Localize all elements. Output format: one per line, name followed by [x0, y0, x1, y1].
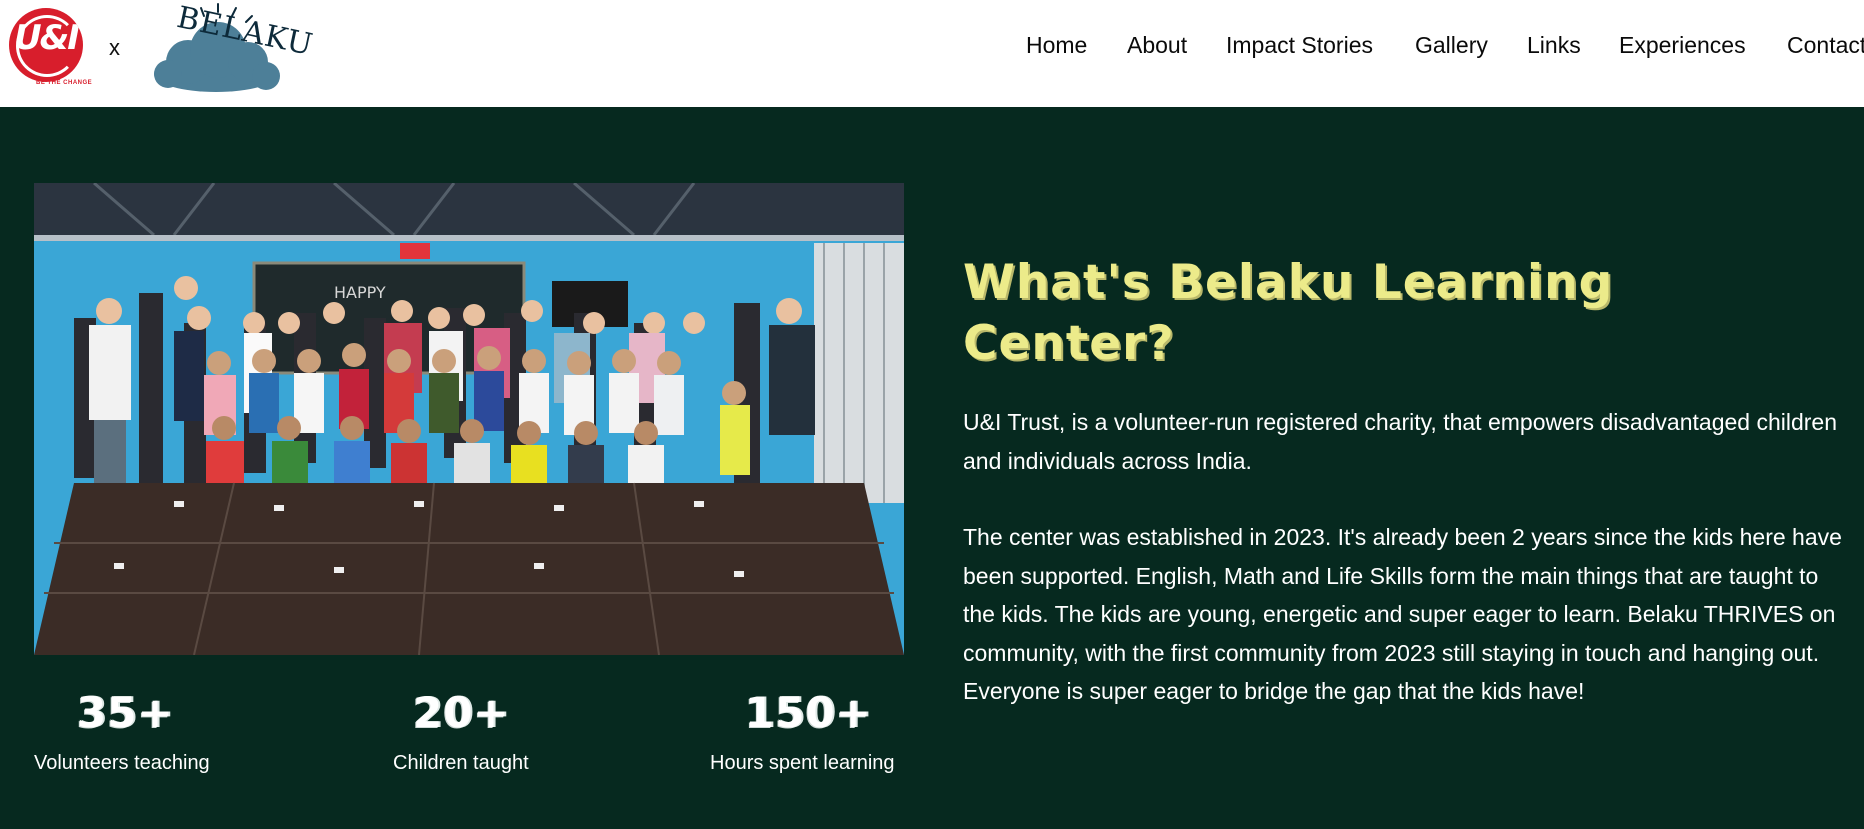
stat-hours-label: Hours spent learning [710, 752, 895, 774]
logo-separator: x [109, 35, 120, 60]
stat-children-label: Children taught [393, 752, 529, 774]
nav-experiences[interactable]: Experiences [1619, 32, 1746, 59]
nav-home[interactable]: Home [1026, 32, 1087, 59]
intro-paragraph: U&I Trust, is a volunteer-run registered… [963, 409, 1837, 474]
stat-volunteers-label: Volunteers teaching [34, 752, 210, 774]
ui-trust-logo[interactable]: U&I [9, 8, 83, 82]
stat-volunteers-value: 35+ [77, 688, 174, 737]
site-header: U&I BE THE CHANGE x BELAKU Home About Im… [0, 0, 1864, 107]
ui-logo-caption: BE THE CHANGE [36, 80, 93, 86]
stat-children-value: 20+ [413, 688, 510, 737]
section-headline: What's Belaku Learning Center? [963, 255, 1614, 371]
ui-logo-text: U&I [14, 18, 80, 58]
details-paragraph: The center was established in 2023. It's… [963, 524, 1842, 704]
nav-impact-stories[interactable]: Impact Stories [1226, 32, 1373, 59]
nav-links[interactable]: Links [1527, 32, 1581, 59]
stat-hours-value: 150+ [745, 688, 872, 737]
nav-gallery[interactable]: Gallery [1415, 32, 1488, 59]
group-photo-illustration: HAPPY [34, 183, 904, 655]
photo-board-text: HAPPY [334, 283, 386, 302]
nav-contact[interactable]: Contact [1787, 32, 1864, 59]
nav-about[interactable]: About [1127, 32, 1187, 59]
group-photo: HAPPY [34, 183, 904, 655]
